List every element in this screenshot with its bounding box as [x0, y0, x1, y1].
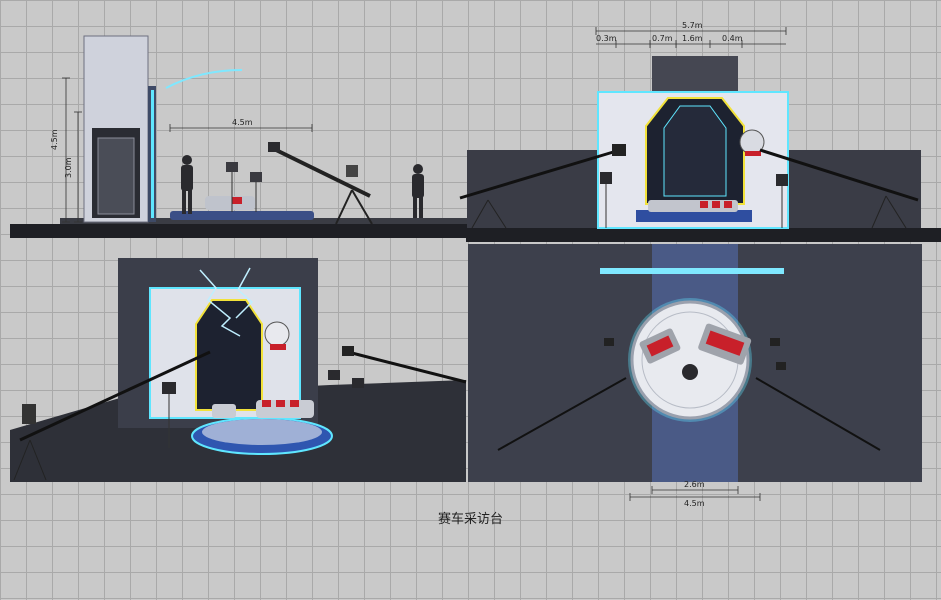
dim-height-outer: 4.5m — [50, 129, 59, 150]
dim-side-width: 4.5m — [232, 118, 253, 127]
dim-front-seg: 0.7m — [652, 34, 673, 43]
dim-front-seg: 1.6m — [682, 34, 703, 43]
person-figure — [412, 164, 424, 218]
plan-table — [682, 364, 698, 380]
drawing-caption: 赛车采访台 — [437, 512, 503, 527]
dim-plan-inner: 2.6m — [684, 480, 705, 489]
front-floor-slab — [466, 228, 941, 242]
dim-front-seg: 0.3m — [596, 34, 617, 43]
dim-front-seg: 0.4m — [722, 34, 743, 43]
dim-height-inner: 3.0m — [64, 157, 73, 178]
sofa-side — [205, 196, 255, 210]
person-figure — [181, 155, 193, 214]
race-car-logo — [264, 321, 290, 347]
dim-plan-outer: 4.5m — [684, 499, 705, 508]
camera-jib-arm — [342, 346, 467, 384]
stage-floor-slab — [10, 224, 470, 238]
dim-front-total: 5.7m — [682, 21, 703, 30]
